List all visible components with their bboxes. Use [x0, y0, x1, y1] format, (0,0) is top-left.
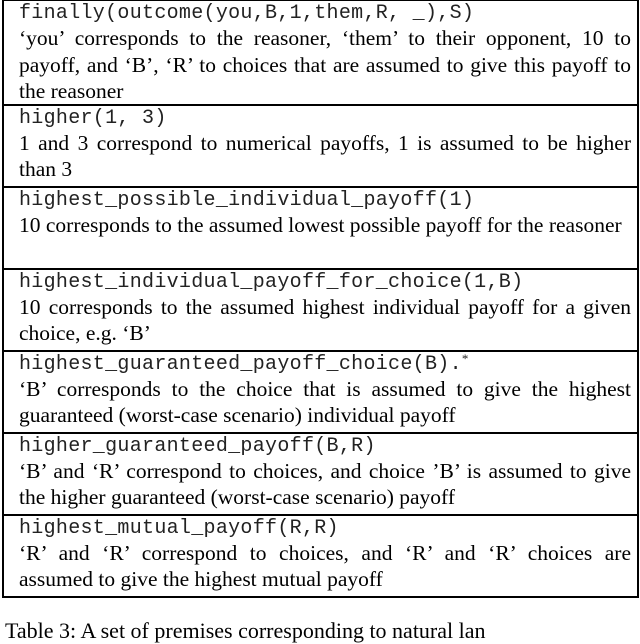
predicate-code-text: higher(1, 3) [19, 107, 167, 130]
table-row: highest_possible_individual_payoff(1) 10… [4, 186, 637, 268]
predicate-code-text: highest_individual_payoff_for_choice(1,B… [19, 271, 524, 294]
predicate-description: ‘you’ corresponds to the reasoner, ‘them… [19, 26, 631, 103]
table-row: finally(outcome(you,B,1,them,R, _),S) ‘y… [4, 0, 637, 104]
predicate-code: highest_individual_payoff_for_choice(1,B… [19, 270, 637, 294]
table-row: higher_guaranteed_payoff(B,R) ‘B’ and ‘R… [4, 432, 637, 514]
predicate-description: 10 corresponds to the assumed highest in… [19, 295, 631, 345]
predicate-code: highest_possible_individual_payoff(1) [19, 188, 637, 212]
table-row: higher(1, 3) 1 and 3 correspond to numer… [4, 104, 637, 186]
predicate-description: 10 corresponds to the assumed lowest pos… [19, 213, 622, 237]
predicate-description: 1 and 3 correspond to numerical payoffs,… [19, 131, 631, 181]
footnote-mark: * [461, 351, 469, 366]
predicate-description: ‘B’ corresponds to the choice that is as… [19, 377, 631, 427]
table-caption: Table 3: A set of premises corresponding… [5, 618, 486, 643]
predicate-code: highest_guaranteed_payoff_choice(B).* [19, 352, 637, 376]
table-row: highest_guaranteed_payoff_choice(B).* ‘B… [4, 350, 637, 432]
predicate-code: finally(outcome(you,B,1,them,R, _),S) [19, 1, 637, 25]
predicate-code-text: finally(outcome(you,B,1,them,R, _),S) [19, 2, 475, 25]
predicate-code: higher(1, 3) [19, 106, 637, 130]
table-row: highest_mutual_payoff(R,R) ‘R’ and ‘R’ c… [4, 514, 637, 596]
predicate-code: highest_mutual_payoff(R,R) [19, 516, 637, 540]
predicate-description: ‘B’ and ‘R’ correspond to choices, and c… [19, 459, 631, 509]
predicate-code-text: highest_possible_individual_payoff(1) [19, 189, 475, 212]
predicate-code: higher_guaranteed_payoff(B,R) [19, 434, 637, 458]
table-row: highest_individual_payoff_for_choice(1,B… [4, 268, 637, 350]
predicate-table: finally(outcome(you,B,1,them,R, _),S) ‘y… [2, 0, 639, 598]
predicate-code-text: highest_mutual_payoff(R,R) [19, 517, 339, 540]
predicate-code-text: higher_guaranteed_payoff(B,R) [19, 435, 376, 458]
predicate-code-text: highest_guaranteed_payoff_choice(B). [19, 353, 462, 376]
predicate-description: ‘R’ and ‘R’ correspond to choices, and ‘… [19, 541, 631, 591]
